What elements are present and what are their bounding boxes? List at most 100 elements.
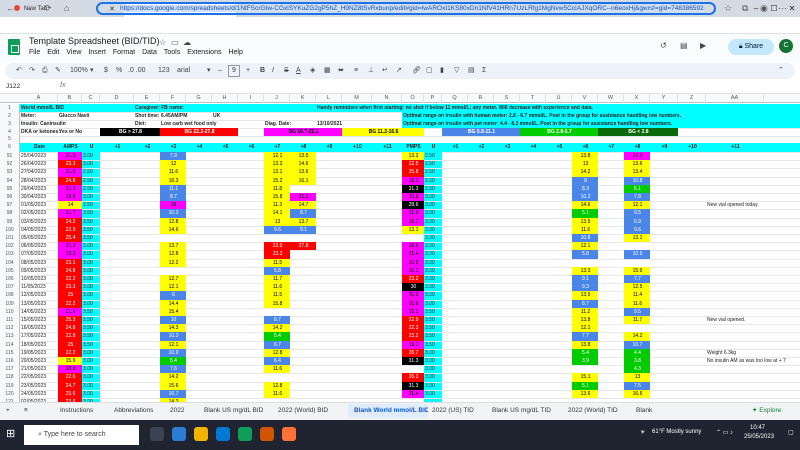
units-cell[interactable]: 3.50: [82, 226, 100, 234]
bg-reading-cell[interactable]: 12.1: [572, 242, 598, 251]
reload-icon[interactable]: ⟳: [44, 3, 52, 14]
bg-reading-cell[interactable]: 7.8: [624, 193, 650, 202]
bg-reading-cell[interactable]: 13.8: [572, 316, 598, 325]
info-cell[interactable]: Diet:: [134, 120, 160, 128]
row-header[interactable]: 120: [0, 389, 20, 398]
bg-reading-cell[interactable]: 10: [160, 316, 186, 325]
bg-reading-cell[interactable]: 20.9: [402, 258, 424, 267]
bg-reading-cell[interactable]: 15.9: [58, 357, 82, 366]
bg-reading-cell[interactable]: 23.3: [58, 283, 82, 292]
bg-reading-cell[interactable]: 13: [624, 373, 650, 382]
taskbar-search-input[interactable]: ⌕ Type here to search: [24, 425, 139, 445]
bg-reading-cell[interactable]: 11.4: [624, 291, 650, 300]
row-header[interactable]: 118: [0, 373, 20, 382]
units-cell[interactable]: 3.50: [424, 332, 442, 340]
profile-icon[interactable]: ◉: [760, 3, 768, 14]
bg-reading-cell[interactable]: 14.2: [572, 168, 598, 177]
bg-reading-cell[interactable]: 13.6: [290, 168, 316, 177]
link-icon[interactable]: 🔗︎: [412, 66, 421, 76]
column-header[interactable]: U: [546, 94, 572, 103]
units-cell[interactable]: 2.50: [424, 177, 442, 185]
units-cell[interactable]: 3.50: [424, 324, 442, 332]
bg-reading-cell[interactable]: 4.3: [624, 365, 650, 374]
units-cell[interactable]: 3.00: [424, 267, 442, 275]
date-cell[interactable]: 01/05/2023: [20, 201, 58, 209]
bg-reading-cell[interactable]: 22.2: [58, 275, 82, 284]
info-cell[interactable]: Optimal range on insulin with human mete…: [402, 112, 681, 120]
column-label[interactable]: +6: [238, 143, 264, 152]
date-cell[interactable]: 28/04/2023: [20, 177, 58, 185]
bg-reading-cell[interactable]: 19.6: [58, 193, 82, 202]
column-label[interactable]: +3: [160, 143, 186, 152]
bg-reading-cell[interactable]: 13: [264, 217, 290, 226]
bg-reading-cell[interactable]: 14.2: [264, 324, 290, 333]
bg-reading-cell[interactable]: 25.3: [58, 316, 82, 325]
note-cell[interactable]: New vial opened.: [706, 316, 764, 324]
column-header[interactable]: K: [290, 94, 316, 103]
bg-reading-cell[interactable]: 20.6: [402, 299, 424, 308]
bg-reading-cell[interactable]: 13.1: [624, 234, 650, 243]
units-cell[interactable]: 3.00: [424, 357, 442, 365]
bg-reading-cell[interactable]: 22.1: [402, 307, 424, 316]
units-cell[interactable]: 3.00: [82, 300, 100, 308]
column-header[interactable]: H: [212, 94, 238, 103]
doc-title[interactable]: Template Spreadsheet (BID/TID): [29, 36, 160, 46]
date-cell[interactable]: 29/04/2023: [20, 185, 58, 193]
bg-reading-cell[interactable]: 22.9: [58, 225, 82, 234]
sheets-logo-icon[interactable]: [8, 39, 20, 55]
rotate-icon[interactable]: ↗: [396, 66, 402, 76]
bg-reading-cell[interactable]: 19.2: [58, 250, 82, 259]
text-color-icon[interactable]: A: [296, 66, 301, 76]
date-cell[interactable]: 19/05/2023: [20, 349, 58, 357]
wrap-icon[interactable]: ↵: [382, 66, 388, 76]
bg-range-legend[interactable]: BG > 27.8: [100, 128, 160, 136]
row-header[interactable]: 107: [0, 283, 20, 292]
bg-reading-cell[interactable]: 9.6: [624, 225, 650, 234]
row-header[interactable]: 4: [0, 128, 20, 136]
bg-reading-cell[interactable]: 13.7: [290, 217, 316, 226]
column-header[interactable]: Z: [678, 94, 706, 103]
forward-icon[interactable]: →: [24, 3, 33, 14]
row-header[interactable]: 101: [0, 234, 20, 243]
row-header[interactable]: 97: [0, 201, 20, 210]
column-header[interactable]: L: [316, 94, 342, 103]
bg-reading-cell[interactable]: 8.7: [572, 299, 598, 308]
bg-reading-cell[interactable]: 6: [160, 291, 186, 300]
bg-reading-cell[interactable]: 14.1: [264, 209, 290, 218]
bg-reading-cell[interactable]: 4.4: [624, 348, 650, 357]
row-header[interactable]: 110: [0, 307, 20, 316]
file-explorer-icon[interactable]: [194, 427, 208, 441]
date-cell[interactable]: 17/05/2023: [20, 332, 58, 340]
units-cell[interactable]: 3.50: [82, 201, 100, 209]
units-cell[interactable]: 2.50: [82, 185, 100, 193]
bg-reading-cell[interactable]: 6.4: [264, 357, 290, 366]
info-cell[interactable]: Diag. Date:: [264, 120, 291, 128]
bg-reading-cell[interactable]: 13.7: [160, 242, 186, 251]
units-cell[interactable]: 3.00: [424, 234, 442, 242]
note-cell[interactable]: Weight 6.3kg: [706, 349, 764, 357]
units-cell[interactable]: 3.00: [82, 349, 100, 357]
bg-reading-cell[interactable]: 20.3: [58, 365, 82, 374]
row-header[interactable]: 5: [0, 136, 20, 143]
bg-reading-cell[interactable]: 13.6: [572, 389, 598, 398]
column-header[interactable]: S: [494, 94, 520, 103]
column-label[interactable]: +5: [546, 143, 572, 152]
date-cell[interactable]: 10/05/2023: [20, 275, 58, 283]
date-cell[interactable]: 15/05/2023: [20, 316, 58, 324]
bg-reading-cell[interactable]: 12.1: [160, 283, 186, 292]
date-cell[interactable]: 08/05/2023: [20, 259, 58, 267]
column-label[interactable]: U: [424, 143, 442, 152]
bg-range-legend[interactable]: BG 5.8-11.1: [442, 128, 520, 136]
column-label[interactable]: +4: [520, 143, 546, 152]
bg-reading-cell[interactable]: 10.8: [572, 234, 598, 243]
bg-reading-cell[interactable]: 30: [402, 283, 424, 292]
bg-reading-cell[interactable]: 10.9: [160, 348, 186, 357]
column-label[interactable]: +1: [442, 143, 468, 152]
column-header[interactable]: Y: [650, 94, 678, 103]
units-cell[interactable]: 3.00: [82, 373, 100, 381]
bg-reading-cell[interactable]: 31.3: [402, 357, 424, 366]
bg-reading-cell[interactable]: 10.8: [624, 176, 650, 185]
column-header[interactable]: G: [186, 94, 212, 103]
bg-reading-cell[interactable]: 13.5: [572, 291, 598, 300]
more-icon[interactable]: ⋯: [778, 3, 787, 14]
